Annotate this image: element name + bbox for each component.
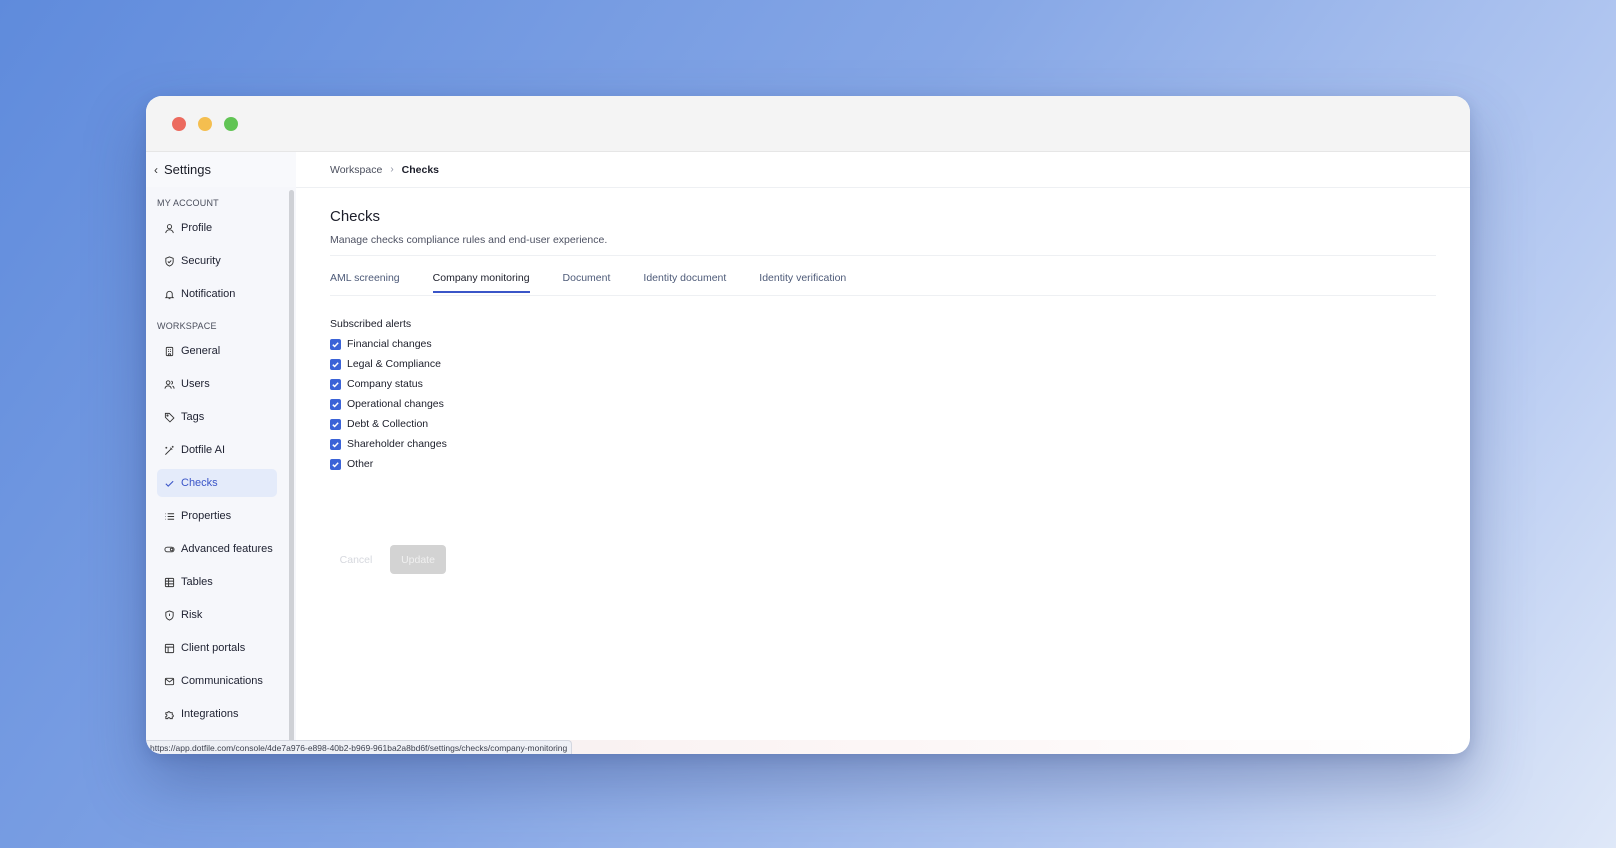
minimize-window-button[interactable] [198, 117, 212, 131]
building-icon [163, 345, 175, 357]
tab-identity-document[interactable]: Identity document [643, 272, 726, 293]
toggle-icon [163, 543, 175, 555]
list-icon [163, 510, 175, 522]
close-window-button[interactable] [172, 117, 186, 131]
cancel-button[interactable]: Cancel [330, 545, 382, 574]
sidebar-title: Settings [164, 162, 211, 177]
checkbox-checked-icon[interactable] [330, 438, 341, 450]
sidebar-item-label: Properties [181, 510, 232, 522]
sidebar-item-general[interactable]: General [157, 337, 277, 365]
sidebar-item-users[interactable]: Users [157, 370, 277, 398]
sidebar-scrollbar[interactable] [289, 190, 294, 750]
magic-wand-icon [163, 444, 175, 456]
mail-icon [163, 675, 175, 687]
title-bar [146, 96, 1470, 152]
sidebar-item-label: Risk [181, 609, 203, 621]
sidebar-item-risk[interactable]: Risk [157, 601, 277, 629]
sidebar-item-label: Profile [181, 222, 213, 234]
tab-company-monitoring[interactable]: Company monitoring [432, 272, 530, 293]
divider [330, 255, 1436, 256]
sidebar-item-label: Checks [181, 477, 218, 489]
sidebar-item-label: Client portals [181, 642, 246, 654]
subscribed-alerts-list: Financial changes Legal & Compliance Com… [330, 334, 447, 474]
settings-sidebar: ‹ Settings MY ACCOUNT Profile Security N… [146, 152, 296, 754]
sidebar-item-client-portals[interactable]: Client portals [157, 634, 277, 662]
alert-option-company-status[interactable]: Company status [330, 374, 447, 394]
checkbox-checked-icon[interactable] [330, 358, 341, 370]
sidebar-item-integrations[interactable]: Integrations [157, 700, 277, 728]
page-title: Checks [330, 208, 381, 225]
sidebar-item-label: Communications [181, 675, 263, 687]
checkbox-checked-icon[interactable] [330, 378, 341, 390]
link-preview-url: https://app.dotfile.com/console/4de7a976… [146, 740, 573, 754]
alert-option-label: Financial changes [347, 338, 432, 350]
chevron-right-icon: › [390, 164, 394, 175]
tab-aml-screening[interactable]: AML screening [330, 272, 400, 293]
breadcrumb-current: Checks [401, 163, 440, 176]
alert-option-other[interactable]: Other [330, 454, 447, 474]
sidebar-item-label: Advanced features [181, 543, 273, 555]
users-icon [163, 378, 175, 390]
sidebar-item-label: Tags [181, 411, 205, 423]
sidebar-item-label: Dotfile AI [181, 444, 226, 456]
update-button[interactable]: Update [390, 545, 446, 574]
sidebar-item-label: Security [181, 255, 221, 267]
alert-option-legal-compliance[interactable]: Legal & Compliance [330, 354, 447, 374]
page-description: Manage checks compliance rules and end-u… [330, 234, 608, 246]
alert-option-shareholder-changes[interactable]: Shareholder changes [330, 434, 447, 454]
bell-icon [163, 288, 175, 300]
table-icon [163, 576, 175, 588]
alert-option-label: Other [347, 458, 374, 470]
alert-option-label: Operational changes [347, 398, 444, 410]
alert-option-label: Shareholder changes [347, 438, 447, 450]
alert-option-debt-collection[interactable]: Debt & Collection [330, 414, 447, 434]
sidebar-item-advanced-features[interactable]: Advanced features [157, 535, 277, 563]
sidebar-item-dotfile-ai[interactable]: Dotfile AI [157, 436, 277, 464]
sidebar-item-communications[interactable]: Communications [157, 667, 277, 695]
breadcrumb-workspace[interactable]: Workspace [330, 164, 382, 176]
tab-identity-verification[interactable]: Identity verification [759, 272, 846, 293]
sidebar-item-notification[interactable]: Notification [157, 280, 277, 308]
sidebar-item-security[interactable]: Security [157, 247, 277, 275]
checkbox-checked-icon[interactable] [330, 458, 341, 470]
alert-option-operational-changes[interactable]: Operational changes [330, 394, 447, 414]
sidebar-item-label: Tables [181, 576, 213, 588]
checkbox-checked-icon[interactable] [330, 418, 341, 430]
puzzle-icon [163, 708, 175, 720]
alert-option-label: Company status [347, 378, 423, 390]
check-icon [163, 477, 175, 489]
alert-option-financial-changes[interactable]: Financial changes [330, 334, 447, 354]
sidebar-item-label: Integrations [181, 708, 239, 720]
layout-icon [163, 642, 175, 654]
maximize-window-button[interactable] [224, 117, 238, 131]
sidebar-item-checks[interactable]: Checks [157, 469, 277, 497]
sidebar-item-profile[interactable]: Profile [157, 214, 277, 242]
app-window: ‹ Settings MY ACCOUNT Profile Security N… [146, 96, 1470, 754]
sidebar-item-label: General [181, 345, 221, 357]
checkbox-checked-icon[interactable] [330, 338, 341, 350]
sidebar-item-tags[interactable]: Tags [157, 403, 277, 431]
sidebar-item-label: Users [181, 378, 210, 390]
sidebar-item-properties[interactable]: Properties [157, 502, 277, 530]
alert-option-label: Legal & Compliance [347, 358, 441, 370]
settings-content: Workspace › Checks Checks Manage checks … [296, 152, 1470, 754]
chevron-left-icon: ‹ [154, 162, 158, 177]
tabs-divider [330, 295, 1436, 296]
tab-document[interactable]: Document [563, 272, 611, 293]
breadcrumb: Workspace › Checks [296, 152, 1470, 188]
section-label-my-account: MY ACCOUNT [157, 198, 219, 208]
user-icon [163, 222, 175, 234]
sidebar-item-label: Notification [181, 288, 236, 300]
subscribed-alerts-title: Subscribed alerts [330, 318, 412, 330]
checkbox-checked-icon[interactable] [330, 398, 341, 410]
section-label-workspace: WORKSPACE [157, 321, 217, 331]
checks-tabs: AML screening Company monitoring Documen… [330, 272, 879, 293]
sidebar-item-tables[interactable]: Tables [157, 568, 277, 596]
alert-option-label: Debt & Collection [347, 418, 429, 430]
tag-icon [163, 411, 175, 423]
settings-back-link[interactable]: ‹ Settings [146, 152, 296, 187]
shield-check-icon [163, 255, 175, 267]
shield-icon [163, 609, 175, 621]
